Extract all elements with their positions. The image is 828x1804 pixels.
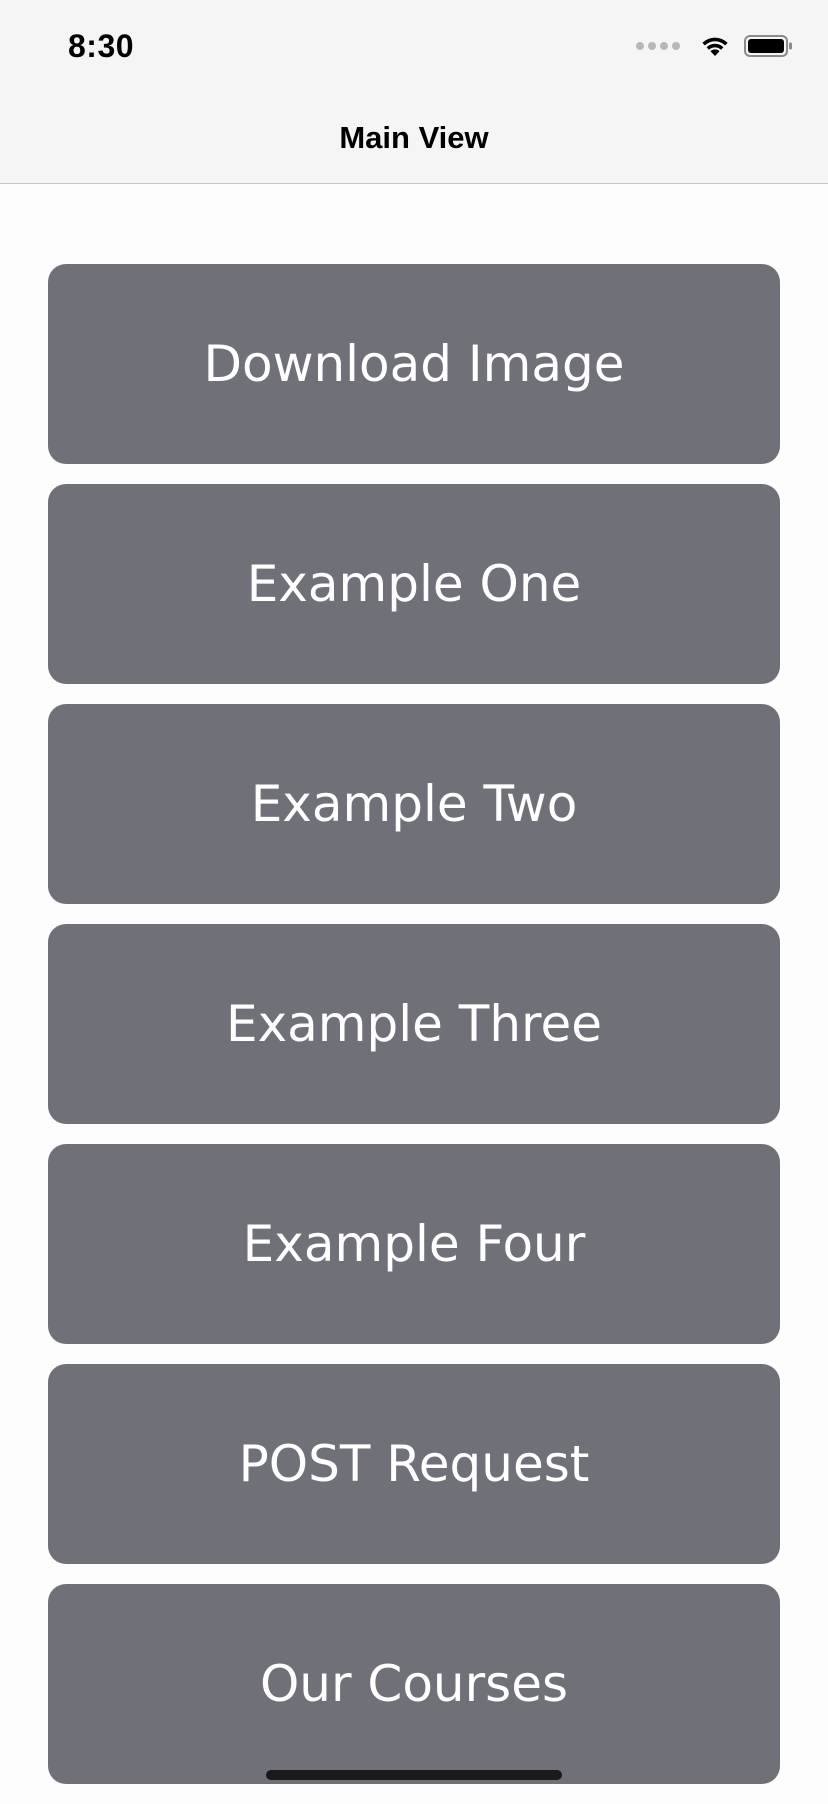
top-bar-area: 8:30 Main View [0,0,828,184]
download-image-button[interactable]: Download Image [48,264,780,464]
example-one-button[interactable]: Example One [48,484,780,684]
example-four-button[interactable]: Example Four [48,1144,780,1344]
our-courses-button[interactable]: Our Courses [48,1584,780,1784]
home-indicator[interactable] [266,1770,562,1780]
example-three-button[interactable]: Example Three [48,924,780,1124]
wifi-icon [702,37,728,56]
status-bar-time: 8:30 [68,28,135,64]
status-bar-indicators [636,34,794,58]
post-request-button[interactable]: POST Request [48,1364,780,1564]
menu-button-list: Download Image Example One Example Two E… [48,264,780,1804]
nav-title: Main View [339,120,489,155]
battery-icon [744,35,792,57]
cellular-signal-icon [636,42,680,50]
example-two-button[interactable]: Example Two [48,704,780,904]
